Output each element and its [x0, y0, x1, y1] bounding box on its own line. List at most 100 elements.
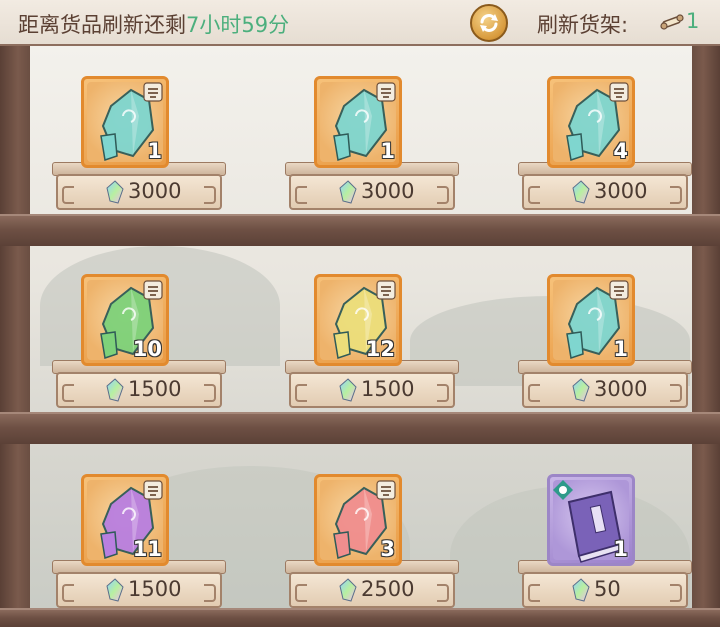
rainbow-crystal-icon	[339, 180, 357, 204]
item-card[interactable]: 4	[547, 76, 635, 168]
plate-notch	[295, 186, 307, 204]
plate-notch	[295, 584, 307, 602]
shop-item-slot[interactable]: 3000 1	[44, 76, 226, 226]
shop-item-slot[interactable]: 50 1	[510, 474, 692, 624]
refresh-countdown: 距离货品刷新还剩7小时59分	[18, 9, 289, 39]
item-quantity: 10	[132, 337, 162, 361]
price-pedestal: 1500	[52, 560, 226, 610]
item-card[interactable]: 1	[547, 474, 635, 566]
plate-notch	[670, 584, 682, 602]
rainbow-crystal-icon	[106, 378, 124, 402]
refresh-count: 1	[686, 9, 700, 33]
item-card[interactable]: 3	[314, 474, 402, 566]
plate-notch	[670, 186, 682, 204]
plate-notch	[437, 384, 449, 402]
price-pedestal: 3000	[518, 162, 692, 212]
price-plate: 1500	[56, 372, 222, 408]
price-plate: 1500	[56, 572, 222, 608]
bag-badge-icon	[143, 82, 163, 102]
price-pedestal: 50	[518, 560, 692, 610]
rainbow-crystal-icon	[106, 578, 124, 602]
bag-badge-icon	[553, 480, 573, 500]
item-card[interactable]: 1	[314, 76, 402, 168]
rainbow-crystal-icon	[106, 180, 124, 204]
plate-notch	[528, 384, 540, 402]
plate-notch	[204, 584, 216, 602]
plate-notch	[295, 384, 307, 402]
item-price: 3000	[128, 179, 182, 203]
item-quantity: 1	[380, 139, 395, 163]
rainbow-crystal-icon	[572, 180, 590, 204]
plate-notch	[437, 584, 449, 602]
plate-notch	[62, 584, 74, 602]
price-pedestal: 3000	[518, 360, 692, 410]
price-pedestal: 3000	[52, 162, 226, 212]
item-quantity: 11	[132, 537, 162, 561]
price-pedestal: 3000	[285, 162, 459, 212]
price-plate: 3000	[289, 174, 455, 210]
shop-item-slot[interactable]: 3000 4	[510, 76, 692, 226]
plate-notch	[204, 186, 216, 204]
item-price: 2500	[361, 577, 415, 601]
rainbow-crystal-icon	[339, 578, 357, 602]
plate-notch	[528, 186, 540, 204]
bag-badge-icon	[609, 82, 629, 102]
item-quantity: 4	[613, 139, 628, 163]
item-card[interactable]: 10	[81, 274, 169, 366]
rainbow-crystal-icon	[572, 578, 590, 602]
rainbow-crystal-icon	[339, 378, 357, 402]
bag-badge-icon	[143, 480, 163, 500]
plate-notch	[62, 186, 74, 204]
plate-notch	[670, 384, 682, 402]
item-price: 50	[594, 577, 621, 601]
price-plate: 50	[522, 572, 688, 608]
rainbow-crystal-icon	[572, 378, 590, 402]
price-plate: 1500	[289, 372, 455, 408]
shop-item-slot[interactable]: 3000 1	[510, 274, 692, 424]
item-card[interactable]: 12	[314, 274, 402, 366]
shop-item-slot[interactable]: 1500 10	[44, 274, 226, 424]
plate-notch	[437, 186, 449, 204]
shelf-frame-right	[692, 46, 720, 625]
item-card[interactable]: 11	[81, 474, 169, 566]
price-plate: 3000	[56, 174, 222, 210]
bag-badge-icon	[609, 280, 629, 300]
item-price: 1500	[361, 377, 415, 401]
item-quantity: 1	[147, 139, 162, 163]
bag-badge-icon	[376, 280, 396, 300]
shop-item-slot[interactable]: 2500 3	[277, 474, 459, 624]
refresh-button[interactable]	[470, 4, 508, 42]
price-plate: 3000	[522, 174, 688, 210]
scroll-icon	[660, 14, 684, 30]
price-pedestal: 1500	[285, 360, 459, 410]
shop-item-slot[interactable]: 1500 11	[44, 474, 226, 624]
bag-badge-icon	[376, 82, 396, 102]
bag-badge-icon	[143, 280, 163, 300]
price-pedestal: 1500	[52, 360, 226, 410]
shop-item-slot[interactable]: 1500 12	[277, 274, 459, 424]
shop-header: 距离货品刷新还剩7小时59分 刷新货架: 1	[0, 0, 720, 46]
plate-notch	[62, 384, 74, 402]
item-quantity: 3	[380, 537, 395, 561]
price-plate: 3000	[522, 372, 688, 408]
item-quantity: 1	[613, 537, 628, 561]
plate-notch	[204, 384, 216, 402]
countdown-value: 7小时59分	[186, 13, 290, 37]
refresh-shelf-label: 刷新货架:	[537, 13, 629, 37]
item-quantity: 1	[613, 337, 628, 361]
item-card[interactable]: 1	[81, 76, 169, 168]
item-price: 3000	[594, 179, 648, 203]
item-price: 3000	[361, 179, 415, 203]
refresh-arrows-icon	[480, 14, 498, 32]
plate-notch	[528, 584, 540, 602]
countdown-prefix: 距离货品刷新还剩	[18, 13, 186, 37]
item-price: 3000	[594, 377, 648, 401]
item-price: 1500	[128, 577, 182, 601]
item-price: 1500	[128, 377, 182, 401]
shop-item-slot[interactable]: 3000 1	[277, 76, 459, 226]
item-card[interactable]: 1	[547, 274, 635, 366]
price-pedestal: 2500	[285, 560, 459, 610]
item-quantity: 12	[365, 337, 395, 361]
price-plate: 2500	[289, 572, 455, 608]
shelf-frame-left	[0, 46, 30, 625]
